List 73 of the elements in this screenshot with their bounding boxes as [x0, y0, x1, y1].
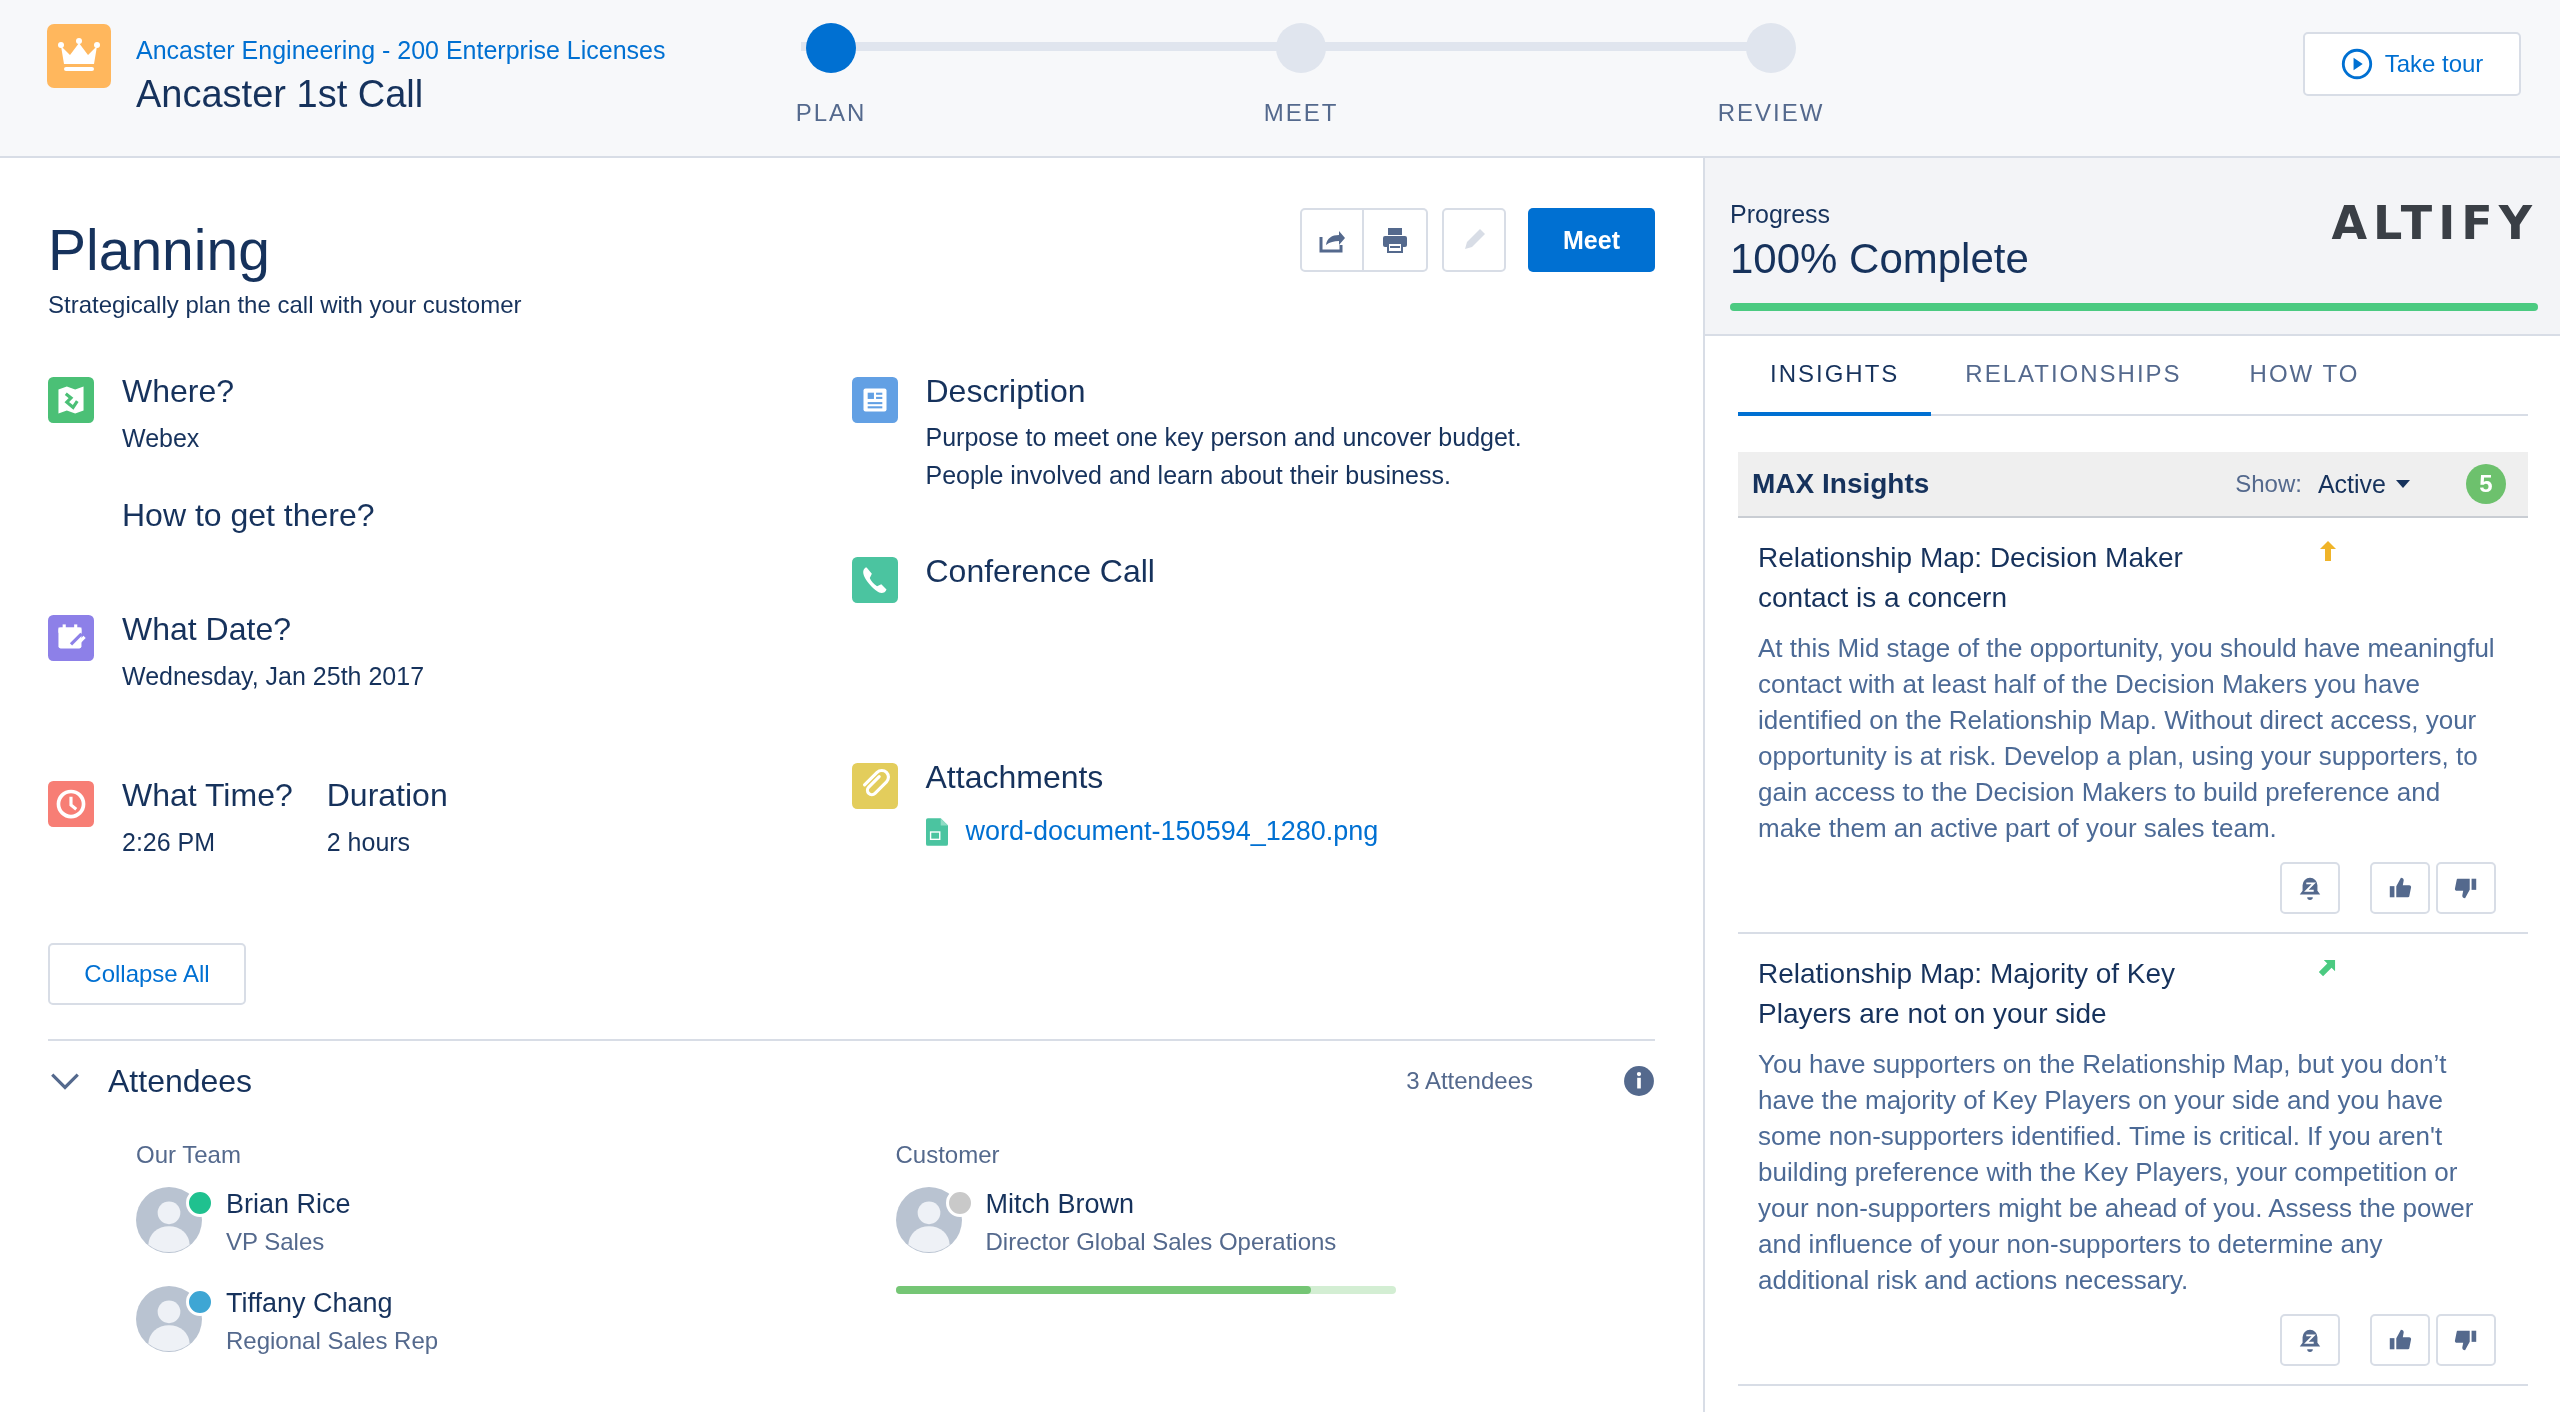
count-badge: 5: [2466, 464, 2506, 504]
collapse-all-button[interactable]: Collapse All: [48, 943, 246, 1005]
info-icon[interactable]: [1623, 1065, 1655, 1097]
calendar-icon: [48, 615, 94, 661]
field-heading: Duration: [326, 777, 448, 814]
field-heading: What Time?: [122, 777, 293, 814]
meet-button[interactable]: Meet: [1528, 208, 1655, 272]
field-heading: Where?: [122, 373, 235, 410]
phone-icon: [851, 557, 898, 603]
filter-dropdown[interactable]: Active: [2317, 469, 2410, 499]
step-label: REVIEW: [1717, 99, 1825, 127]
snooze-button[interactable]: [2280, 1314, 2340, 1366]
thumbs-up-button[interactable]: [2370, 862, 2430, 914]
field-value: 2:26 PM: [122, 828, 217, 857]
play-icon: [2340, 48, 2373, 80]
person-role: VP Sales: [226, 1228, 326, 1256]
document-icon: [851, 377, 898, 423]
avatar-silhouette: [895, 1187, 962, 1253]
take-tour-button[interactable]: Take tour: [2303, 32, 2521, 96]
group-label: Our Team: [136, 1141, 242, 1169]
caret-icon: [2396, 479, 2410, 489]
person-name[interactable]: Mitch Brown: [985, 1189, 1337, 1220]
paperclip-icon: [851, 763, 898, 809]
step-label: PLAN: [795, 99, 867, 127]
person-role: Regional Sales Rep: [226, 1327, 439, 1355]
field-value: Webex: [122, 424, 201, 453]
call-title: Ancaster 1st Call: [136, 73, 425, 116]
tab[interactable]: HOW TO: [2215, 336, 2394, 416]
field-heading: How to get there?: [122, 497, 375, 534]
person-name[interactable]: Tiffany Chang: [226, 1288, 439, 1319]
field-heading: Description: [925, 373, 1087, 410]
attachment-link[interactable]: word-document-150594_1280.png: [965, 816, 1379, 847]
step-marker[interactable]: [806, 23, 856, 73]
clock-icon: [48, 781, 94, 827]
print-button[interactable]: [1364, 208, 1428, 272]
company-logo: ALTIFY: [2331, 196, 2538, 252]
person-role: Director Global Sales Operations: [985, 1228, 1337, 1256]
thumbs-down-button[interactable]: [2436, 1314, 2496, 1366]
progress-label: Progress: [1730, 200, 1832, 229]
tab[interactable]: RELATIONSHIPS: [1931, 336, 2216, 416]
crown-icon: [47, 24, 111, 88]
bell-icon: [2297, 1327, 2323, 1353]
tab[interactable]: INSIGHTS: [1738, 336, 1932, 416]
map-icon: [48, 377, 94, 423]
progress-value: 100% Complete: [1730, 235, 2029, 283]
section-title: Attendees: [108, 1062, 253, 1100]
thumbs-up-button[interactable]: [2370, 1314, 2430, 1366]
field-heading: Conference Call: [925, 553, 1155, 590]
avatar-silhouette: [136, 1286, 202, 1352]
bell-icon: [2297, 875, 2323, 901]
insight-title: Relationship Map: Majority of Key Players are not on your side: [1758, 957, 2177, 1031]
thumbs-down-button[interactable]: [2436, 862, 2496, 914]
field-heading: What Date?: [122, 611, 292, 648]
account-link[interactable]: Ancaster Engineering - 200 Enterprise Licenses: [136, 36, 666, 65]
field-heading: Attachments: [925, 759, 1105, 796]
insight-text: At this Mid stage of the opportunity, you should have meaningful contact with at least half of the Decision Makers you have identified on the Relationship Map. Without direct access, your opportunity is at risk. Develop a plan, using your supporters, to gain access to the Decision Makers to build preference and make them an active part of your sales team.: [1758, 632, 2496, 845]
avatar-silhouette: [136, 1187, 202, 1253]
print-icon: [1380, 225, 1410, 255]
snooze-button[interactable]: [2280, 862, 2340, 914]
field-value: Wednesday, Jan 25th 2017: [122, 662, 425, 691]
insights-title: MAX Insights: [1752, 468, 1930, 500]
insight-text: You have supporters on the Relationship Map, but you don’t have the majority of Key Players on your side and you have some non-supporters identified. Time is critical. If you aren't building preference with the Key Players, your competition or your non-supporters might be ahead of you. Assess the power and influence of your non-supporters to determine any additional risk and actions necessary.: [1758, 1048, 2475, 1297]
page-subtitle: Strategically plan the call with your customer: [48, 291, 522, 319]
group-label: Customer: [895, 1141, 1001, 1169]
step-label: MEET: [1263, 99, 1339, 127]
insight-title: Relationship Map: Decision Maker contact is a concern: [1758, 541, 2184, 615]
field-value: 2 hours: [326, 828, 412, 857]
show-label: Show:: [2235, 470, 2302, 498]
image-file-icon: [925, 817, 948, 846]
description-text: Purpose to meet one key person and uncover budget. People involved and learn about their business.: [925, 422, 1522, 491]
share-button[interactable]: [1300, 208, 1364, 272]
attendee-count: 3 Attendees: [1406, 1067, 1533, 1095]
person-name[interactable]: Brian Rice: [226, 1189, 351, 1220]
